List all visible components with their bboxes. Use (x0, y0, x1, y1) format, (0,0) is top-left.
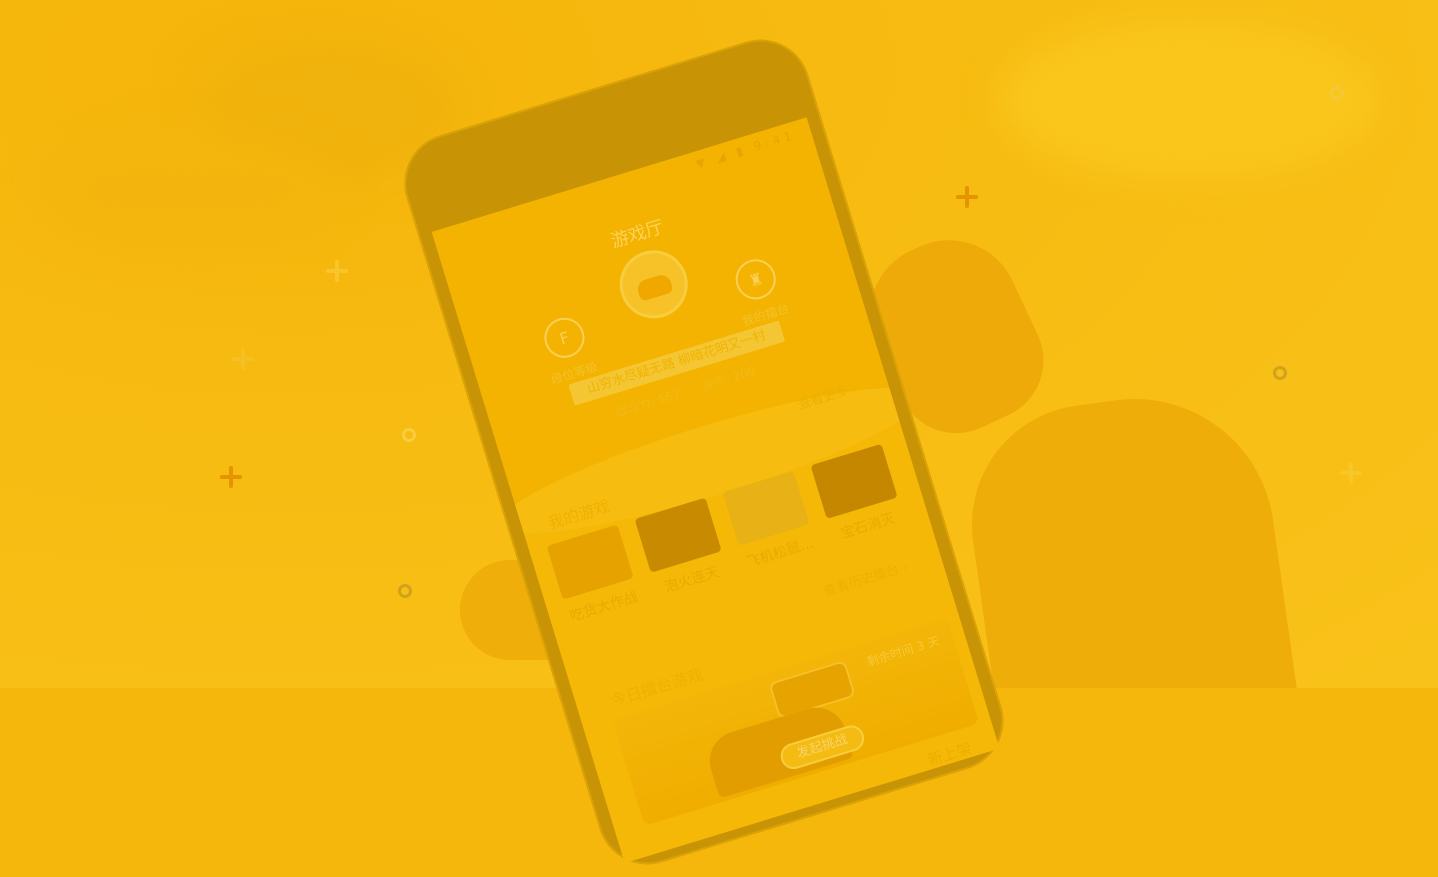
arena-history-link[interactable]: 查看历史擂台 › (821, 556, 910, 600)
plus-deco-icon (232, 348, 254, 370)
plus-deco-icon (1340, 462, 1362, 484)
ring-deco-icon (1273, 366, 1287, 380)
game-item[interactable]: 吃货大作战 (546, 524, 642, 626)
plus-deco-icon (220, 466, 242, 488)
plus-deco-icon (326, 260, 348, 282)
ring-deco-icon (1330, 86, 1344, 100)
ring-deco-icon (398, 584, 412, 598)
plus-deco-icon (956, 186, 978, 208)
background-blur-blob (1000, 20, 1380, 180)
game-item[interactable]: 宝石消灭 (810, 443, 906, 546)
hand-palm (956, 380, 1304, 688)
shield-badge-glyph: F (557, 327, 572, 349)
arena-timer-tag: 剩余时间 3 天 (865, 633, 942, 670)
game-thumbnail (546, 524, 634, 600)
castle-badge-glyph: ♜ (746, 268, 766, 291)
arena-banner[interactable]: 剩余时间 3 天 发起挑战 (612, 618, 980, 826)
ring-deco-icon (402, 428, 416, 442)
background-blur-blob (40, 130, 340, 250)
